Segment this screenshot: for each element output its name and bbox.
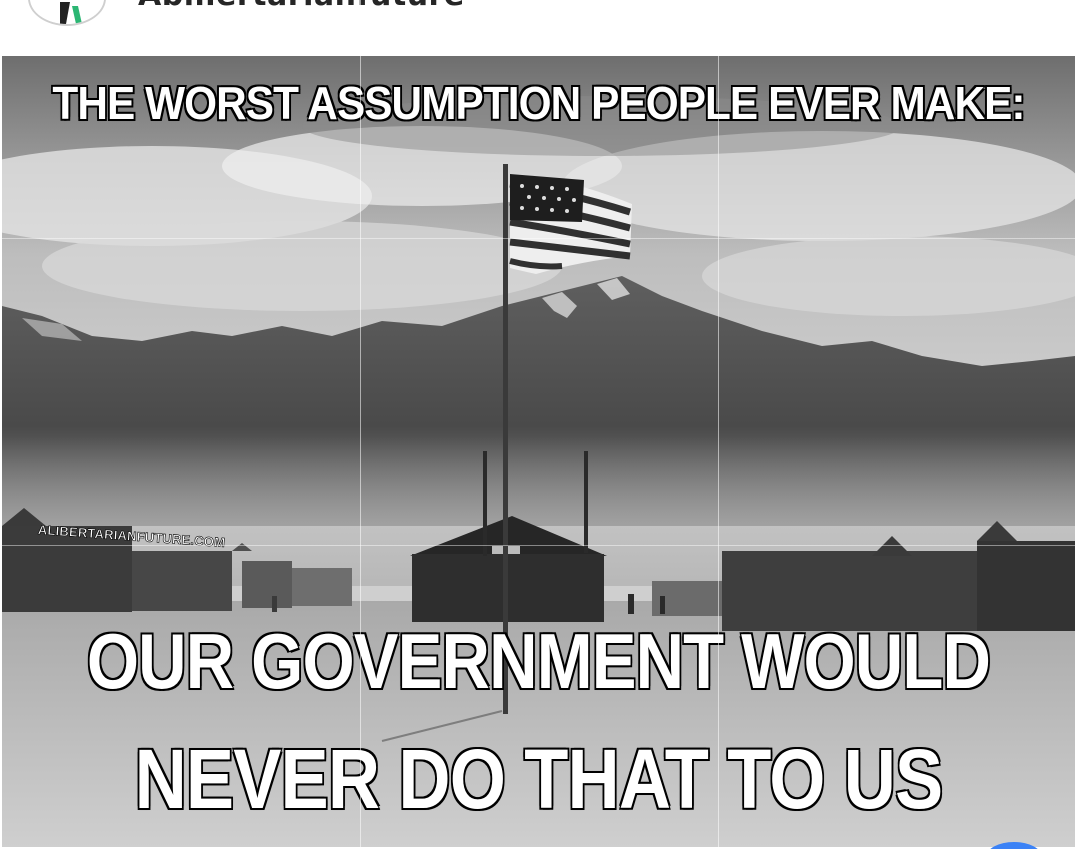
account-name[interactable]: Abillertarianfuture [138, 0, 465, 13]
grid-line [718, 0, 719, 849]
post-canvas: Abillertarianfuture [0, 0, 1080, 849]
post-header: Abillertarianfuture [0, 0, 1080, 56]
avatar[interactable] [28, 0, 106, 26]
grid-line [0, 238, 1080, 239]
grid-line [360, 0, 361, 849]
top-caption: THE WORST ASSUMPTION PEOPLE EVER MAKE: [51, 76, 1026, 130]
account-logo-icon [30, 0, 104, 24]
camp-photo [2, 56, 1075, 847]
grid-line [0, 545, 1080, 546]
bottom-caption-line2: NEVER DO THAT TO US [134, 731, 944, 827]
meme-image: ALIBERTARIANFUTURE.COM THE WORST ASSUMPT… [2, 56, 1075, 847]
bottom-caption-line1: OUR GOVERNMENT WOULD [86, 616, 992, 706]
